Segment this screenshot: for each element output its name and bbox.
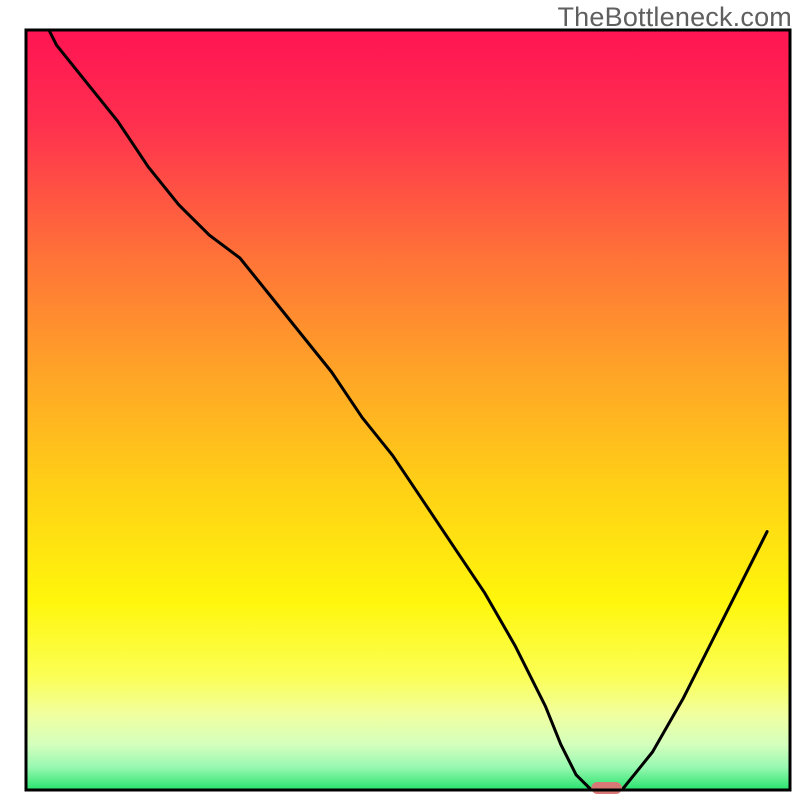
optimal-range-marker: [591, 782, 622, 794]
chart-svg: [0, 0, 800, 800]
chart-background-gradient: [26, 30, 790, 790]
watermark-text: TheBottleneck.com: [557, 2, 792, 33]
bottleneck-chart: TheBottleneck.com: [0, 0, 800, 800]
